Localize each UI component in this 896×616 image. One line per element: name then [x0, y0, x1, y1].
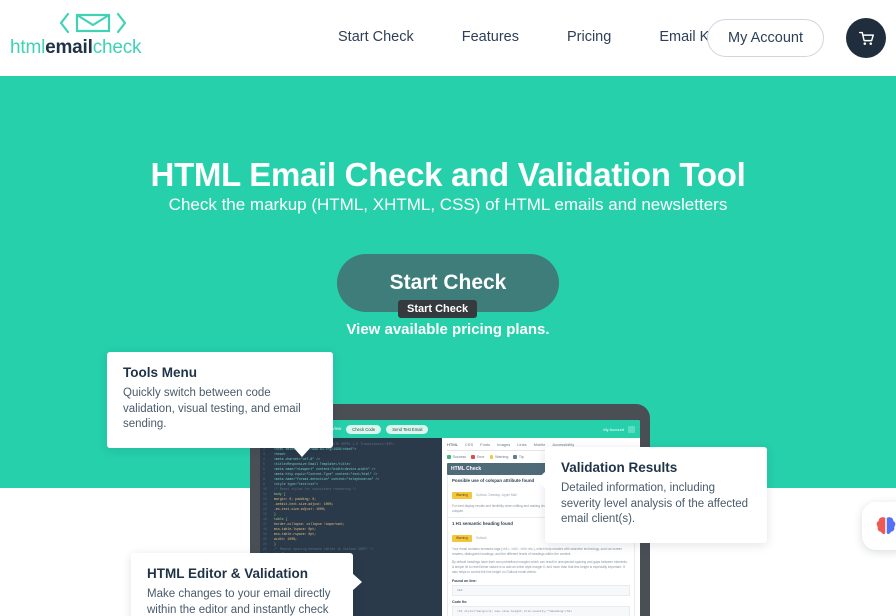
status-badge: Warning [452, 491, 472, 499]
legend-color-swatch [513, 455, 517, 459]
code-text: -webkit-text-size-adjust: 100%; [274, 502, 334, 506]
legend-label: Warning [495, 455, 509, 459]
legend-color-swatch [447, 455, 451, 459]
callout-body: Detailed information, including severity… [561, 482, 749, 525]
result-item-text-2: By default headings have their own prede… [452, 560, 628, 574]
code-text: border-collapse: collapse !important; [274, 522, 345, 526]
code-text: <head> [274, 452, 286, 456]
found-on-line-label: Found on line: [452, 579, 477, 583]
code-text: width: 100%; [274, 537, 297, 541]
code-text: <title>Responsive Email Template</title> [274, 462, 351, 466]
legend-item-tip: Tip [513, 455, 524, 459]
legend-color-swatch [471, 455, 475, 459]
start-check-tooltip: Start Check [398, 300, 478, 318]
legend-item-warning: Warning [489, 455, 509, 459]
results-tab-html[interactable]: HTML [447, 442, 458, 447]
page-title: HTML Email Check and Validation Tool [150, 156, 746, 193]
code-text: /* Remove spacing between tables in Outl… [274, 547, 374, 551]
envelope-icon [8, 10, 178, 36]
ai-brain-icon [876, 517, 896, 534]
site-logo[interactable]: htmlemailcheck [8, 10, 178, 59]
hamburger-icon[interactable] [628, 425, 635, 433]
code-text: <style type="text/css"> [274, 482, 318, 486]
callout-body: Make changes to your email directly with… [147, 588, 331, 616]
code-text: } [274, 542, 276, 546]
legend-item-error: Error [471, 455, 485, 459]
legend-label: Tip [518, 455, 524, 459]
logo-part-check: check [92, 37, 142, 58]
code-text: mso-table-rspace: 0pt; [274, 532, 317, 536]
legend-item-success: Success [447, 455, 466, 459]
status-badge: Warning [452, 534, 472, 542]
my-account-button[interactable]: My Account [707, 19, 824, 57]
found-on-line-value: 182 [452, 585, 630, 596]
result-item-meta: Outlook, Desktop, Apple Mail [475, 493, 517, 497]
shopping-cart-icon [858, 31, 874, 45]
app-check-code-button[interactable]: Check Code [346, 424, 382, 434]
hero-subtitle: Check the markup (HTML, XHTML, CSS) of H… [168, 195, 728, 214]
code-text: body { [274, 492, 286, 496]
code-text: margin: 0; padding: 0; [274, 497, 317, 501]
callout-card-tools-menu: Tools Menu Quickly switch between code v… [107, 352, 333, 456]
shopping-cart-button[interactable] [846, 18, 886, 58]
code-text: /* Reset styles for consistent rendering… [274, 487, 357, 491]
legend-color-swatch [489, 455, 494, 459]
result-item-text: Your email contains semantic tags (<h1>,… [452, 547, 623, 556]
pricing-plans-link[interactable]: View available pricing plans. [0, 321, 896, 338]
site-header: htmlemailcheck Start Check Features Pric… [0, 0, 896, 76]
results-tab-css[interactable]: CSS [465, 442, 473, 447]
code-text: -ms-text-size-adjust: 100%; [274, 507, 326, 511]
code-text: table { [274, 517, 288, 521]
code-text: mso-table-lspace: 0pt; [274, 527, 317, 531]
results-tab-links[interactable]: Links [517, 442, 526, 447]
logo-wordmark: htmlemailcheck [10, 37, 178, 59]
code-fix-label: Code fix: [452, 600, 468, 604]
code-text: <meta name="format-detection" content="t… [274, 477, 380, 481]
results-tab-mobile[interactable]: Mobile [534, 442, 546, 447]
code-text: <meta charset="utf-8" /> [274, 457, 320, 461]
result-item-meta: Outlook [475, 536, 487, 540]
callout-title: Tools Menu [123, 365, 197, 380]
legend-label: Error [476, 455, 485, 459]
app-toolbar-right: My Account [603, 425, 635, 433]
logo-part-email: email [45, 37, 93, 58]
nav-item-start-check[interactable]: Start Check [330, 27, 438, 47]
callout-title: Validation Results [561, 460, 678, 475]
callout-card-html-editor: HTML Editor & Validation Make changes to… [131, 553, 362, 616]
code-text: <html xmlns="http://www.w3.org/1999/xhtm… [274, 447, 357, 451]
legend-label: Success [452, 455, 467, 459]
code-text: <meta http-equiv="Content-Type" content=… [274, 472, 378, 476]
code-text: } [274, 512, 276, 516]
page-root: htmlemailcheck Start Check Features Pric… [0, 0, 896, 616]
code-fix-value: <h1 style="margin:0; mso-line-height-rul… [452, 606, 630, 616]
code-text: <meta name="viewport" content="width=dev… [274, 467, 376, 471]
app-account-label[interactable]: My Account [603, 427, 624, 432]
results-tab-fonts[interactable]: Fonts [480, 442, 490, 447]
app-send-test-email-button[interactable]: Send Test Email [386, 424, 429, 434]
callout-card-validation-results: Validation Results Detailed information,… [536, 447, 767, 543]
nav-item-pricing[interactable]: Pricing [543, 27, 635, 47]
ai-assistant-button[interactable] [862, 502, 896, 550]
callout-body: Quickly switch between code validation, … [123, 387, 301, 430]
results-tab-images[interactable]: Images [497, 442, 510, 447]
logo-part-html: html [10, 37, 46, 58]
nav-item-features[interactable]: Features [438, 27, 543, 47]
callout-title: HTML Editor & Validation [147, 566, 309, 581]
